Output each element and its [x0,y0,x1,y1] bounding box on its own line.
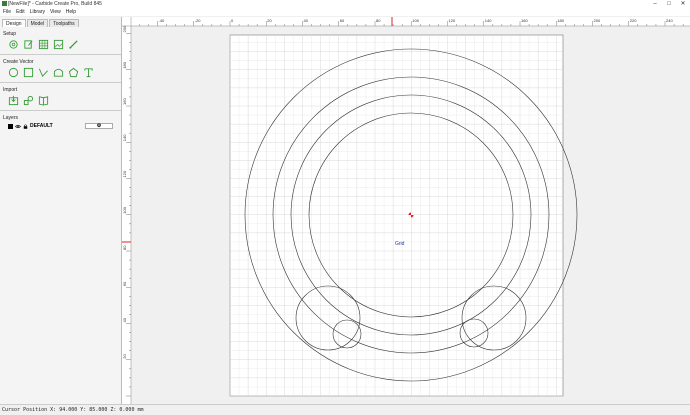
gear-icon: ⚙ [96,123,102,129]
library-book-icon[interactable] [38,95,49,106]
maximize-button[interactable]: □ [662,0,676,8]
polyline-tool-icon[interactable] [38,67,49,78]
circle-tool-icon[interactable] [8,67,19,78]
layer-row[interactable]: DEFAULT ⚙ [0,123,121,129]
app-icon [2,1,7,6]
menu-bar: File Edit Library View Help [0,8,690,16]
grid-label: Grid [395,241,405,247]
tab-toolpaths[interactable]: Toolpaths [49,19,79,27]
pen-icon[interactable] [68,39,79,50]
ruler-y-label: 140 [122,134,127,141]
ruler-y-label: 80 [122,245,127,250]
horizontal-ruler [122,17,690,26]
ruler-y-label: 200 [122,25,127,32]
create-vector-label: Create Vector [3,59,34,65]
polygon-tool-icon[interactable] [68,67,79,78]
ruler-y-label: 40 [122,317,127,322]
menu-view[interactable]: View [50,8,61,16]
cursor-position-readout: Cursor Position X: 94.000 Y: 85.000 Z: 0… [2,407,144,413]
create-vector-section: Create Vector [0,59,121,83]
import-file-icon[interactable] [8,95,19,106]
left-panel: Design Model Toolpaths Setup Create Vect… [0,17,122,413]
title-bar: [NewFile]* - Carbide Create Pro, Build 8… [0,0,690,8]
curve-tool-icon[interactable] [53,67,64,78]
ruler-y-label: 120 [122,170,127,177]
ruler-x-label: -20 [195,18,202,23]
ruler-y-label: 100 [122,206,127,213]
layer-settings-button[interactable]: ⚙ [85,123,113,129]
design-canvas[interactable]: -40 -20 0 20 40 60 80 100 120 140 160 180 200 220 240 … [122,17,690,404]
ruler-x-label: 200 [594,18,601,23]
setup-label: Setup [3,31,17,37]
vertical-ruler [122,26,131,404]
ruler-x-label: 180 [557,18,564,23]
text-tool-icon[interactable] [83,67,94,78]
image-icon[interactable] [53,39,64,50]
ruler-x-label: 160 [521,18,528,23]
ruler-y-label: 20 [122,354,127,359]
status-bar: Cursor Position X: 94.000 Y: 85.000 Z: 0… [0,404,690,414]
panel-tabs: Design Model Toolpaths [0,17,121,27]
menu-help[interactable]: Help [66,8,76,16]
ruler-x-label: 40 [304,18,309,23]
ruler-x-label: 20 [267,18,272,23]
layer-name: DEFAULT [30,123,53,129]
ruler-x-label: 120 [449,18,456,23]
ruler-y-label: 160 [122,98,127,105]
tab-design[interactable]: Design [2,19,26,27]
grid-icon[interactable] [38,39,49,50]
ruler-y-label: 60 [122,281,127,286]
canvas-svg[interactable]: -40 -20 0 20 40 60 80 100 120 140 160 180 200 220 240 … [122,17,690,404]
ruler-x-label: -40 [159,18,166,23]
ruler-x-label: 220 [630,18,637,23]
center-marker-icon [408,212,414,218]
lock-icon[interactable] [23,123,28,129]
import-shapes-icon[interactable] [23,95,34,106]
import-section: Import [0,87,121,111]
tab-model[interactable]: Model [26,19,49,27]
setup-section: Setup [0,31,121,55]
menu-library[interactable]: Library [30,8,45,16]
ruler-x-label: 80 [376,18,381,23]
ruler-x-label: 140 [485,18,492,23]
ruler-x-label: 240 [666,18,673,23]
job-setup-icon[interactable] [8,39,19,50]
menu-edit[interactable]: Edit [16,8,25,16]
import-label: Import [3,87,18,93]
ruler-y-label: 180 [122,61,127,68]
eye-icon[interactable] [15,124,21,129]
minimize-button[interactable]: – [648,0,662,8]
edit-document-icon[interactable] [23,39,34,50]
layer-color-swatch[interactable] [8,123,13,129]
window-title: [NewFile]* - Carbide Create Pro, Build 8… [8,1,102,7]
ruler-x-label: 100 [412,18,419,23]
close-button[interactable]: ✕ [676,0,690,8]
menu-file[interactable]: File [3,8,11,16]
layers-label: Layers [3,115,19,121]
rectangle-tool-icon[interactable] [23,67,34,78]
ruler-x-label: 60 [340,18,345,23]
